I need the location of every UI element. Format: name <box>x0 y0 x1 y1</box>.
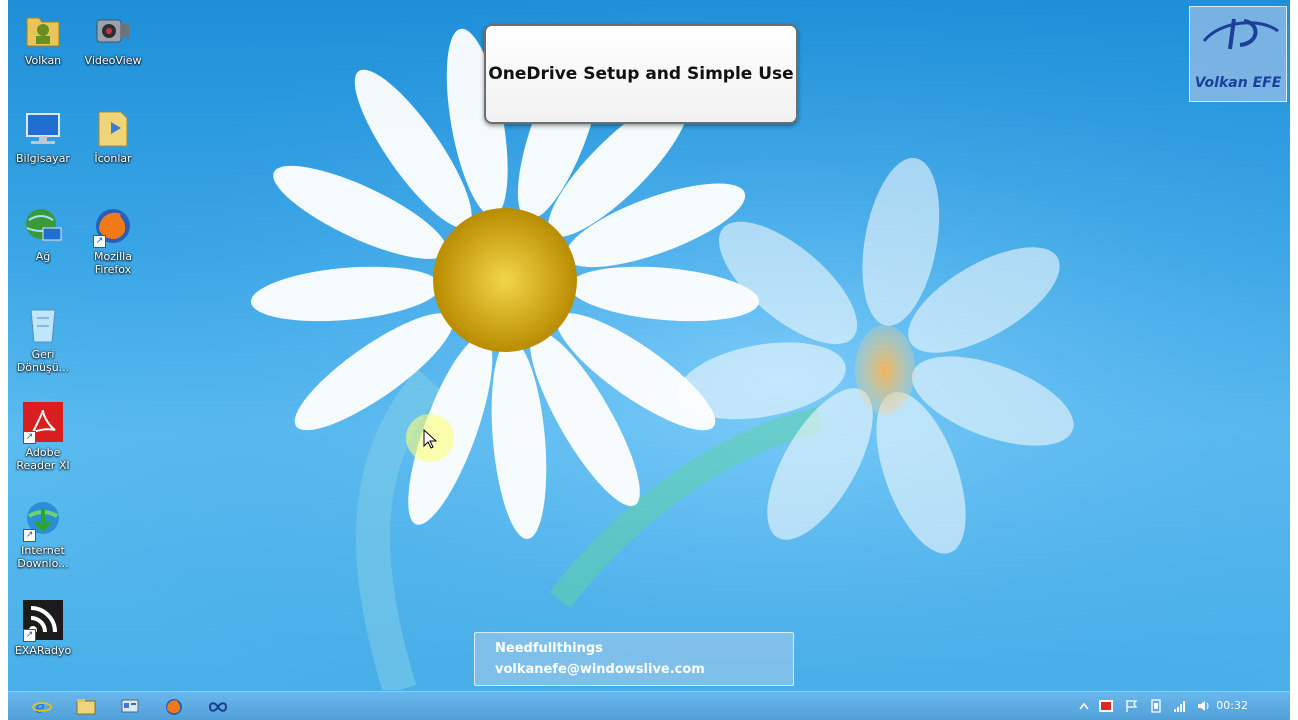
speaker-icon <box>1198 701 1209 711</box>
desktop-icon-internet-download-manager[interactable]: ↗ Internet Downlo... <box>8 498 78 570</box>
download-manager-icon: ↗ <box>21 498 65 542</box>
desktop-icon-label: VideoView <box>84 54 142 67</box>
taskbar-firefox-button[interactable] <box>156 695 192 719</box>
desktop-icon-label: Mozilla Firefox <box>94 250 132 276</box>
desktop-icon-label: Volkan <box>24 54 62 67</box>
adobe-reader-icon: ↗ <box>21 400 65 444</box>
taskbar: e 00:32 <box>8 691 1290 720</box>
logo-text: Volkan EFE <box>1194 75 1282 91</box>
shortcut-arrow-icon: ↗ <box>23 529 36 542</box>
desktop-icon-label: Ağ <box>35 250 51 263</box>
taskbar-link-app-button[interactable] <box>200 695 236 719</box>
taskbar-file-explorer-button[interactable] <box>68 695 104 719</box>
video-title-callout: OneDrive Setup and Simple Use <box>484 24 798 124</box>
desktop-icon-label: Geri Dönüşü... <box>16 348 70 374</box>
taskbar-clock[interactable]: 00:32 <box>1216 699 1248 712</box>
desktop-icon-volkan[interactable]: Volkan <box>8 8 78 67</box>
recycle-bin-icon <box>21 302 65 346</box>
svg-text:e: e <box>35 698 45 717</box>
taskbar-control-panel-button[interactable] <box>112 695 148 719</box>
tray-app-icon[interactable] <box>1098 698 1114 714</box>
control-panel-icon <box>121 699 139 713</box>
internet-explorer-icon: e <box>32 698 52 717</box>
desktop-icon-recycle-bin[interactable]: Geri Dönüşü... <box>8 302 78 374</box>
shortcut-arrow-icon: ↗ <box>23 629 36 642</box>
desktop[interactable]: Volkan VideoView Bilgisayar İconlar Ağ ↗… <box>0 0 1298 720</box>
shortcut-arrow-icon: ↗ <box>93 235 106 248</box>
desktop-icon-adobe-reader[interactable]: ↗ Adobe Reader XI <box>8 400 78 472</box>
desktop-icon-firefox[interactable]: ↗ Mozilla Firefox <box>78 204 148 276</box>
rss-radio-icon: ↗ <box>21 598 65 642</box>
video-camera-icon <box>91 8 135 52</box>
show-hidden-icons-button[interactable] <box>1076 698 1092 714</box>
desktop-icon-label: Adobe Reader XI <box>16 446 70 472</box>
infinity-link-icon <box>209 702 227 712</box>
logo-emblem-icon <box>1202 18 1279 50</box>
desktop-icon-ag[interactable]: Ağ <box>8 204 78 263</box>
firefox-icon: ↗ <box>91 204 135 248</box>
video-frame-right <box>1290 0 1298 720</box>
red-app-icon <box>1099 700 1113 712</box>
mouse-pointer-icon <box>423 428 438 449</box>
desktop-icon-label: EXARadyo <box>14 644 72 657</box>
desktop-icon-label: Bilgisayar <box>16 152 70 165</box>
desktop-icon-bilgisayar[interactable]: Bilgisayar <box>8 106 78 165</box>
desktop-icon-label: Internet Downlo... <box>17 544 69 570</box>
firefox-icon <box>166 699 182 715</box>
author-caption: Needfullthings volkanefe@windowslive.com <box>474 632 794 686</box>
tray-network[interactable] <box>1172 698 1188 714</box>
tray-volume[interactable] <box>1196 698 1212 714</box>
caption-line-1: Needfullthings <box>495 641 603 656</box>
shortcut-arrow-icon: ↗ <box>23 431 36 444</box>
power-plug-icon <box>1151 699 1161 713</box>
flag-icon <box>1126 700 1138 712</box>
video-frame-left <box>0 0 8 720</box>
caption-line-2: volkanefe@windowslive.com <box>495 662 705 677</box>
desktop-icon-exaradyo[interactable]: ↗ EXARadyo <box>8 598 78 657</box>
volkan-efe-logo: Volkan EFE <box>1189 6 1287 102</box>
taskbar-internet-explorer-button[interactable]: e <box>24 695 60 719</box>
desktop-icon-label: İconlar <box>94 152 132 165</box>
video-title-text: OneDrive Setup and Simple Use <box>488 64 794 84</box>
mouse-highlight <box>406 414 454 462</box>
tray-power[interactable] <box>1148 698 1164 714</box>
signal-bars-icon <box>1174 701 1185 712</box>
desktop-icon-videoview[interactable]: VideoView <box>78 8 148 67</box>
tray-action-center[interactable] <box>1124 698 1140 714</box>
file-explorer-icon <box>76 699 96 715</box>
chevron-up-icon <box>1079 702 1089 710</box>
desktop-icon-iconlar[interactable]: İconlar <box>78 106 148 165</box>
network-icon <box>21 204 65 248</box>
user-folder-icon <box>21 8 65 52</box>
computer-icon <box>21 106 65 150</box>
folder-icon <box>91 106 135 150</box>
